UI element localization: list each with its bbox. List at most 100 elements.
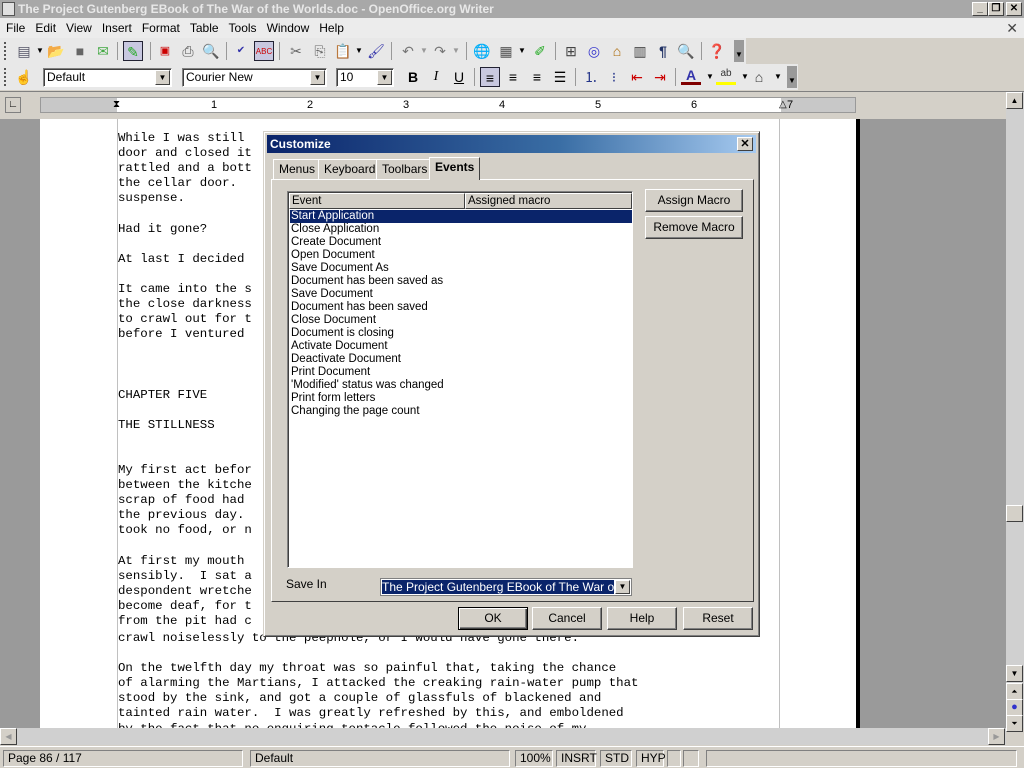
table-dropdown-icon[interactable]: ▼ xyxy=(512,41,532,61)
document-text-upper[interactable]: While I was still door and closed it rattl… xyxy=(118,131,252,629)
menu-window[interactable]: Window xyxy=(262,18,315,38)
horizontal-scrollbar[interactable]: ◀ ▶ xyxy=(0,728,1006,745)
menu-edit[interactable]: Edit xyxy=(30,18,61,38)
underline-button[interactable]: U xyxy=(449,67,469,87)
numbering-icon[interactable]: ⒈ xyxy=(581,67,601,87)
save-in-dropdown[interactable]: The Project Gutenberg EBook of The War o… xyxy=(380,578,632,596)
menu-view[interactable]: View xyxy=(61,18,97,38)
event-list-item[interactable]: Start Application xyxy=(290,210,632,223)
decrease-indent-icon[interactable]: ⇤ xyxy=(627,67,647,87)
font-size-combo[interactable]: 10 ▼ xyxy=(336,68,394,87)
autospellcheck-icon[interactable]: ABC xyxy=(254,41,274,61)
reset-button[interactable]: Reset xyxy=(683,607,753,630)
right-indent-marker-icon[interactable]: △ xyxy=(779,98,787,112)
bullets-icon[interactable]: ⁝ xyxy=(604,67,624,87)
vertical-scrollbar[interactable]: ▲ ▼ ⏶ ● ⏷ xyxy=(1006,92,1024,732)
tab-menus[interactable]: Menus xyxy=(273,159,322,179)
event-list-item[interactable]: Save Document xyxy=(290,288,632,301)
copy-icon[interactable]: ⎘ xyxy=(310,41,330,61)
event-list-item[interactable]: Print form letters xyxy=(290,392,632,405)
scroll-down-button[interactable]: ▼ xyxy=(1006,665,1023,682)
page-preview-icon[interactable]: 🔍 xyxy=(201,41,221,61)
hyperlink-icon[interactable]: 🌐 xyxy=(472,41,492,61)
zoom-icon[interactable]: 🔍 xyxy=(676,41,696,61)
draw-functions-icon[interactable]: ✐ xyxy=(530,41,550,61)
event-list-item[interactable]: Close Document xyxy=(290,314,632,327)
event-list-item[interactable]: Create Document xyxy=(290,236,632,249)
dialog-title-bar[interactable]: Customize ✕ xyxy=(267,135,756,153)
font-name-combo[interactable]: Courier New ▼ xyxy=(182,68,327,87)
chevron-down-icon[interactable]: ▼ xyxy=(310,70,325,85)
nonprinting-characters-icon[interactable]: ¶ xyxy=(653,41,673,61)
event-list-item[interactable]: Close Application xyxy=(290,223,632,236)
background-dropdown-icon[interactable]: ▼ xyxy=(768,67,788,87)
menu-tools[interactable]: Tools xyxy=(224,18,262,38)
tab-stop-selector[interactable]: ∟ xyxy=(5,97,21,113)
selection-mode-indicator[interactable]: STD xyxy=(600,750,632,767)
paragraph-style-combo[interactable]: Default ▼ xyxy=(43,68,172,87)
event-list-item[interactable]: Save Document As xyxy=(290,262,632,275)
find-replace-icon[interactable]: ⊞ xyxy=(561,41,581,61)
left-indent-marker-icon[interactable]: ⧗ xyxy=(113,98,120,112)
spellcheck-icon[interactable]: ✔ xyxy=(231,41,251,61)
navigator-icon[interactable]: ◎ xyxy=(584,41,604,61)
email-icon[interactable]: ✉ xyxy=(93,41,113,61)
data-sources-icon[interactable]: ▥ xyxy=(630,41,650,61)
event-list-item[interactable]: Print Document xyxy=(290,366,632,379)
help-button[interactable]: Help xyxy=(607,607,677,630)
align-right-icon[interactable]: ≡ xyxy=(527,67,547,87)
event-list-item[interactable]: Open Document xyxy=(290,249,632,262)
event-list-item[interactable]: Document has been saved xyxy=(290,301,632,314)
format-paintbrush-icon[interactable]: 🖌 xyxy=(366,41,386,61)
italic-button[interactable]: I xyxy=(426,67,446,87)
minimize-button[interactable]: _ xyxy=(972,2,988,16)
help-icon[interactable]: ❓ xyxy=(707,41,727,61)
cancel-button[interactable]: Cancel xyxy=(532,607,602,630)
redo-dropdown-icon[interactable]: ▼ xyxy=(446,41,466,61)
tab-events[interactable]: Events xyxy=(429,157,481,180)
document-text-lower[interactable]: crawl noiselessly to the peephole, or I … xyxy=(118,631,639,728)
next-page-button[interactable]: ⏷ xyxy=(1006,715,1023,732)
page-indicator[interactable]: Page 86 / 117 xyxy=(3,750,243,767)
styles-formatting-icon[interactable]: ☝ xyxy=(14,67,34,87)
insert-mode-indicator[interactable]: INSRT xyxy=(556,750,597,767)
assign-macro-button[interactable]: Assign Macro xyxy=(645,189,743,212)
edit-mode-icon[interactable]: ✎ xyxy=(123,41,143,61)
menu-file[interactable]: File xyxy=(0,18,30,38)
font-color-icon[interactable]: A xyxy=(681,67,701,85)
ok-button[interactable]: OK xyxy=(458,607,528,630)
events-list[interactable]: Event Assigned macro Start Application Cl… xyxy=(287,191,633,568)
bold-button[interactable]: B xyxy=(403,67,423,87)
toolbar-grip[interactable] xyxy=(4,68,7,86)
chevron-down-icon[interactable]: ▼ xyxy=(615,580,630,594)
align-center-icon[interactable]: ≡ xyxy=(503,67,523,87)
background-color-icon[interactable]: ⌂ xyxy=(749,67,769,87)
event-list-item[interactable]: Document has been saved as xyxy=(290,275,632,288)
export-pdf-icon[interactable]: ▣ xyxy=(155,41,175,61)
toolbar-overflow-button[interactable]: ▼ xyxy=(787,66,797,88)
tab-keyboard[interactable]: Keyboard xyxy=(318,159,382,179)
menu-help[interactable]: Help xyxy=(314,18,349,38)
align-left-icon[interactable]: ≡ xyxy=(480,67,500,87)
increase-indent-icon[interactable]: ⇥ xyxy=(650,67,670,87)
close-window-button[interactable]: ✕ xyxy=(1006,2,1022,16)
event-list-item[interactable]: Changing the page count xyxy=(290,405,632,418)
event-list-item[interactable]: Document is closing xyxy=(290,327,632,340)
gallery-icon[interactable]: ⌂ xyxy=(607,41,627,61)
scroll-right-button[interactable]: ▶ xyxy=(988,728,1005,745)
event-list-item[interactable]: 'Modified' status was changed xyxy=(290,379,632,392)
open-folder-icon[interactable]: 📂 xyxy=(46,41,66,61)
menu-table[interactable]: Table xyxy=(185,18,224,38)
cut-icon[interactable]: ✂ xyxy=(286,41,306,61)
scroll-left-button[interactable]: ◀ xyxy=(0,728,17,745)
close-document-button[interactable]: ✕ xyxy=(1006,20,1018,37)
chevron-down-icon[interactable]: ▼ xyxy=(377,70,392,85)
remove-macro-button[interactable]: Remove Macro xyxy=(645,216,743,239)
event-list-item[interactable]: Deactivate Document xyxy=(290,353,632,366)
scroll-thumb[interactable] xyxy=(1006,505,1023,522)
tab-toolbars[interactable]: Toolbars xyxy=(376,159,434,179)
page-style-indicator[interactable]: Default xyxy=(250,750,510,767)
toolbar-grip[interactable] xyxy=(4,42,7,60)
zoom-indicator[interactable]: 100% xyxy=(515,750,553,767)
chevron-down-icon[interactable]: ▼ xyxy=(155,70,170,85)
